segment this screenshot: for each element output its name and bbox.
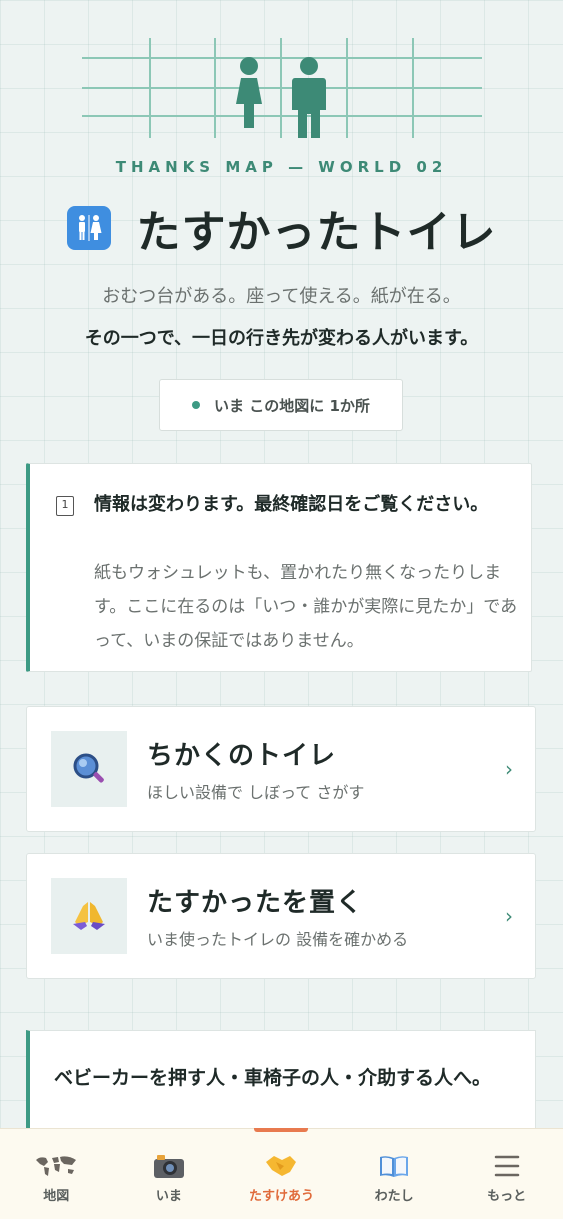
info-notice: 1 情報は変わります。最終確認日をご覧ください。 紙もウォシュレットも、置かれた…: [26, 463, 532, 672]
tab-me[interactable]: わたし: [338, 1129, 451, 1219]
hero-restroom-illustration: [82, 38, 482, 138]
restroom-icon: [66, 206, 111, 250]
tab-help[interactable]: たすけあう: [225, 1128, 338, 1219]
tab-more-label: もっと: [487, 1189, 527, 1204]
tab-map-label: 地図: [43, 1189, 70, 1204]
world-eyebrow: THANKS MAP — WORLD 02: [115, 158, 448, 176]
post-thanks-title: たすかったを置く: [147, 888, 364, 918]
handshake-icon: [264, 1151, 298, 1181]
book-icon: [377, 1151, 411, 1181]
notice-title: 情報は変わります。最終確認日をご覧ください。: [94, 494, 489, 515]
audience-title: ベビーカーを押す人・車椅子の人・介助する人へ。: [54, 1067, 492, 1089]
lead-text-1: おむつ台がある。座って使える。紙が在る。: [102, 286, 461, 307]
lead-text-2: その一つで、一日の行き先が変わる人がいます。: [84, 328, 479, 349]
post-thanks-subtitle: いま使ったトイレの 設備を確かめる: [147, 930, 409, 949]
tab-now-label: いま: [155, 1189, 182, 1204]
nearby-toilets-subtitle: ほしい設備で しぼって さがす: [147, 783, 365, 802]
chevron-right-icon: ›: [505, 757, 513, 781]
spot-count-text: いま この地図に 1か所: [214, 396, 370, 415]
notice-body: 紙もウォシュレットも、置かれたり無くなったりします。ここに在るのは「いつ・誰かが…: [94, 563, 518, 651]
tab-more[interactable]: もっと: [450, 1129, 563, 1219]
camera-icon: [152, 1151, 186, 1181]
active-tab-indicator: [254, 1128, 309, 1132]
calendar-icon: 1: [56, 496, 74, 516]
page-title: たすかったトイレ: [136, 207, 497, 258]
post-thanks-card[interactable]: たすかったを置く いま使ったトイレの 設備を確かめる ›: [26, 853, 536, 979]
chevron-right-icon: ›: [505, 904, 513, 928]
bottom-tab-bar: 地図 いま たすけあう わたし もっと: [0, 1128, 563, 1219]
tab-help-label: たすけあう: [248, 1189, 314, 1204]
page-title-row: たすかったトイレ: [0, 196, 563, 260]
tab-me-label: わたし: [374, 1189, 414, 1204]
praying-hands-icon: [51, 878, 127, 954]
tab-map[interactable]: 地図: [0, 1129, 113, 1219]
spot-count-badge: いま この地図に 1か所: [159, 379, 403, 431]
nearby-toilets-title: ちかくのトイレ: [147, 741, 337, 771]
world-map-icon: [34, 1151, 78, 1181]
magnifier-icon: [51, 731, 127, 807]
status-dot: [192, 401, 201, 409]
menu-icon: [493, 1151, 521, 1181]
tab-now[interactable]: いま: [113, 1129, 226, 1219]
nearby-toilets-card[interactable]: ちかくのトイレ ほしい設備で しぼって さがす ›: [26, 706, 536, 832]
